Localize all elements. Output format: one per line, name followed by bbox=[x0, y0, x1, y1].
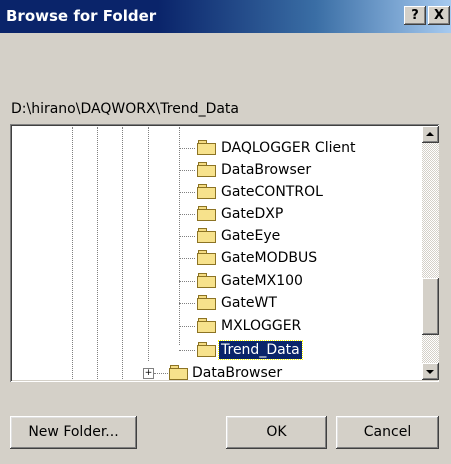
folder-icon bbox=[197, 184, 216, 199]
tree-item-label: GateMODBUS bbox=[221, 250, 318, 266]
scroll-up-button[interactable] bbox=[422, 126, 439, 143]
tree-item-label: GateWT bbox=[221, 295, 277, 311]
window-title: Browse for Folder bbox=[6, 7, 157, 25]
selected-path-label: D:\hirano\DAQWORX\Trend_Data bbox=[11, 101, 239, 117]
tree-item-label: DAQLOGGER Client bbox=[221, 140, 356, 156]
open-folder-icon bbox=[197, 342, 216, 357]
tree-item-label: DataBrowser bbox=[192, 365, 283, 381]
tree-item-label: Trend_Data bbox=[218, 340, 303, 360]
arrow-down-icon bbox=[426, 370, 434, 374]
folder-icon bbox=[197, 140, 216, 155]
tree-item-label: GateEye bbox=[221, 228, 281, 244]
folder-tree[interactable]: DAQLOGGER Client DataBrowser GateCONTROL… bbox=[10, 124, 439, 382]
tree-item-label: MXLOGGER bbox=[221, 318, 302, 334]
scrollbar-thumb[interactable] bbox=[422, 278, 439, 335]
browse-for-folder-dialog: Browse for Folder ? X D:\hirano\DAQWORX\… bbox=[0, 0, 451, 464]
folder-icon bbox=[197, 273, 216, 288]
folder-icon bbox=[197, 228, 216, 243]
close-button[interactable]: X bbox=[428, 6, 450, 25]
tree-guide-line bbox=[122, 127, 123, 379]
arrow-up-icon bbox=[426, 132, 434, 136]
ok-button[interactable]: OK bbox=[226, 416, 327, 449]
tree-guide-line bbox=[148, 127, 149, 361]
tree-vertical-scrollbar[interactable] bbox=[422, 126, 439, 380]
folder-icon bbox=[197, 250, 216, 265]
folder-icon bbox=[197, 162, 216, 177]
new-folder-button[interactable]: New Folder... bbox=[10, 416, 137, 449]
scroll-down-button[interactable] bbox=[422, 363, 439, 380]
tree-item-label: DataBrowser bbox=[221, 162, 312, 178]
tree-guide-line bbox=[97, 127, 98, 379]
cancel-button[interactable]: Cancel bbox=[336, 416, 439, 449]
folder-icon bbox=[197, 295, 216, 310]
tree-item-label: GateDXP bbox=[221, 206, 284, 222]
title-bar[interactable]: Browse for Folder ? X bbox=[0, 0, 451, 33]
folder-icon bbox=[197, 318, 216, 333]
tree-item-label: GateCONTROL bbox=[221, 184, 323, 200]
tree-item-label: GateMX100 bbox=[221, 273, 303, 289]
expand-icon[interactable]: + bbox=[143, 368, 154, 379]
folder-icon bbox=[169, 365, 188, 380]
tree-guide-line bbox=[72, 127, 73, 379]
help-button[interactable]: ? bbox=[404, 6, 426, 25]
folder-icon bbox=[197, 206, 216, 221]
